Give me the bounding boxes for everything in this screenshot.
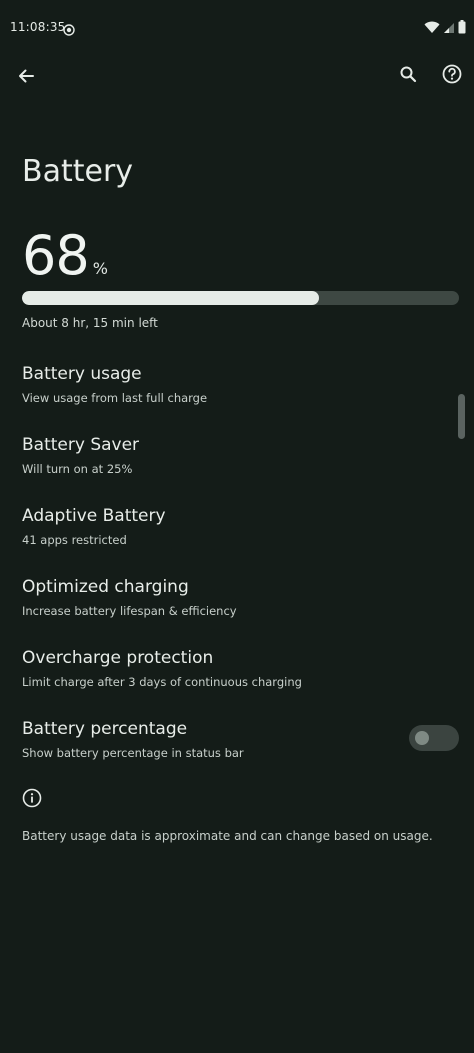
setting-summary: Limit charge after 3 days of continuous …: [22, 675, 302, 689]
scrollbar[interactable]: [458, 394, 465, 439]
battery-percent-value: 68: [22, 224, 90, 287]
battery-time-left: About 8 hr, 15 min left: [22, 316, 158, 330]
setting-title: Battery usage: [22, 364, 142, 384]
battery-level-fill: [22, 291, 320, 305]
help-icon[interactable]: [434, 56, 470, 92]
setting-adaptive-battery[interactable]: Adaptive Battery 41 apps restricted: [0, 506, 474, 572]
wifi-icon: [424, 19, 440, 38]
footer-text: Battery usage data is approximate and ca…: [22, 829, 433, 843]
setting-summary: Increase battery lifespan & efficiency: [22, 604, 237, 618]
search-icon[interactable]: [390, 56, 426, 92]
app-bar: [0, 56, 474, 96]
battery-level-bar: [22, 291, 459, 305]
back-arrow-icon[interactable]: [8, 58, 44, 94]
setting-battery-saver[interactable]: Battery Saver Will turn on at 25%: [0, 435, 474, 501]
status-time: 11:08:35: [10, 20, 66, 34]
setting-battery-usage[interactable]: Battery usage View usage from last full …: [0, 364, 474, 430]
setting-overcharge-protection[interactable]: Overcharge protection Limit charge after…: [0, 648, 474, 714]
toggle-knob: [415, 731, 429, 745]
setting-title: Battery percentage: [22, 719, 188, 739]
status-icons: [424, 19, 466, 38]
setting-title: Optimized charging: [22, 577, 189, 597]
setting-summary: Show battery percentage in status bar: [22, 746, 244, 760]
setting-summary: 41 apps restricted: [22, 533, 127, 547]
setting-optimized-charging[interactable]: Optimized charging Increase battery life…: [0, 577, 474, 643]
setting-battery-percentage[interactable]: Battery percentage Show battery percenta…: [0, 719, 474, 785]
setting-title: Adaptive Battery: [22, 506, 166, 526]
setting-title: Battery Saver: [22, 435, 140, 455]
record-icon: [63, 21, 75, 36]
battery-percentage-toggle[interactable]: [409, 725, 459, 751]
setting-title: Overcharge protection: [22, 648, 214, 668]
status-bar: 11:08:35: [0, 0, 474, 56]
info-icon: [22, 788, 42, 808]
setting-summary: Will turn on at 25%: [22, 462, 133, 476]
battery-icon: [458, 19, 466, 38]
signal-icon: [443, 19, 455, 38]
battery-percent-sign: %: [92, 259, 108, 278]
page-title: Battery: [22, 154, 134, 189]
setting-summary: View usage from last full charge: [22, 391, 208, 405]
battery-percent-display: 68 %: [22, 226, 108, 286]
